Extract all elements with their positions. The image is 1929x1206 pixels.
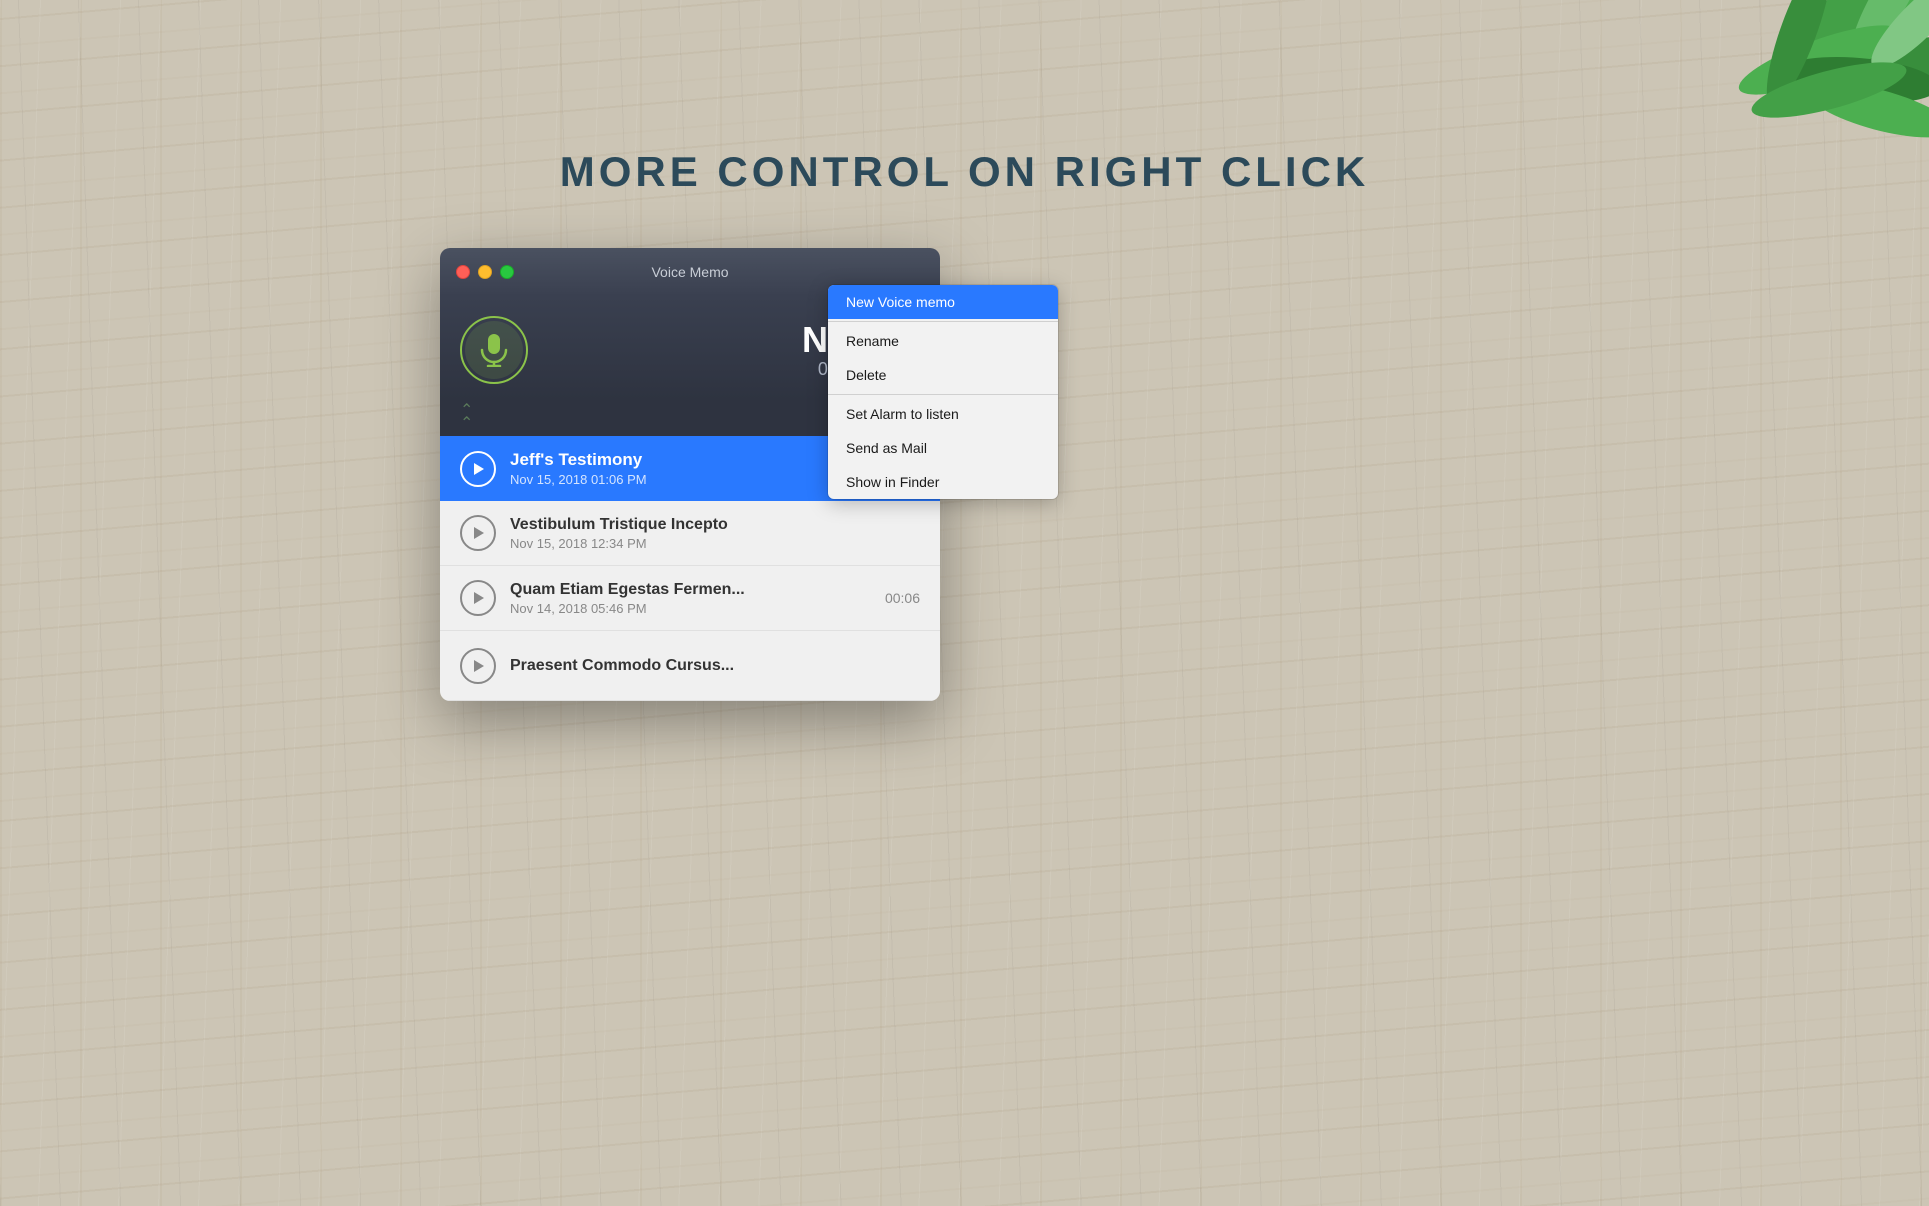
item-title-2: Quam Etiam Egestas Fermen... [510,581,871,599]
context-menu-divider-2 [828,394,1058,395]
item-title-0: Jeff's Testimony [510,450,870,470]
window-title: Voice Memo [651,264,728,280]
item-title-3: Praesent Commodo Cursus... [510,657,920,675]
context-menu-item-new-voice-memo[interactable]: New Voice memo [828,285,1058,319]
mic-inner [465,321,523,379]
play-button-3[interactable] [460,648,496,684]
play-button-1[interactable] [460,515,496,551]
context-menu-divider-1 [828,321,1058,322]
plant-decoration [1549,0,1929,320]
traffic-lights [456,265,514,279]
context-menu: New Voice memo Rename Delete Set Alarm t… [828,285,1058,499]
item-meta-1: Nov 15, 2018 12:34 PM [510,536,906,551]
context-menu-item-show-finder[interactable]: Show in Finder [828,465,1058,499]
item-meta-2: Nov 14, 2018 05:46 PM [510,601,871,616]
item-info-1: Vestibulum Tristique Incepto Nov 15, 201… [510,516,906,551]
maximize-button[interactable] [500,265,514,279]
collapse-arrows-button[interactable]: ⌃ ⌃ [460,405,473,431]
play-button-2[interactable] [460,580,496,616]
item-info-0: Jeff's Testimony Nov 15, 2018 01:06 PM [510,450,870,487]
page-title: MORE CONTROL ON RIGHT CLICK [560,148,1370,196]
list-item[interactable]: Praesent Commodo Cursus... [440,631,940,701]
play-icon-1 [474,527,484,539]
play-icon-2 [474,592,484,604]
play-icon-3 [474,660,484,672]
item-title-1: Vestibulum Tristique Incepto [510,516,906,534]
close-button[interactable] [456,265,470,279]
context-menu-item-send-mail[interactable]: Send as Mail [828,431,1058,465]
play-icon-0 [474,463,484,475]
list-item[interactable]: Quam Etiam Egestas Fermen... Nov 14, 201… [440,566,940,631]
play-button-0[interactable] [460,451,496,487]
item-info-3: Praesent Commodo Cursus... [510,657,920,675]
mic-icon [479,333,509,367]
context-menu-item-set-alarm[interactable]: Set Alarm to listen [828,397,1058,431]
minimize-button[interactable] [478,265,492,279]
item-duration-2: 00:06 [885,590,920,606]
mic-button[interactable] [460,316,528,384]
item-info-2: Quam Etiam Egestas Fermen... Nov 14, 201… [510,581,871,616]
item-meta-0: Nov 15, 2018 01:06 PM [510,472,870,487]
context-menu-item-rename[interactable]: Rename [828,324,1058,358]
context-menu-item-delete[interactable]: Delete [828,358,1058,392]
list-item[interactable]: Vestibulum Tristique Incepto Nov 15, 201… [440,501,940,566]
